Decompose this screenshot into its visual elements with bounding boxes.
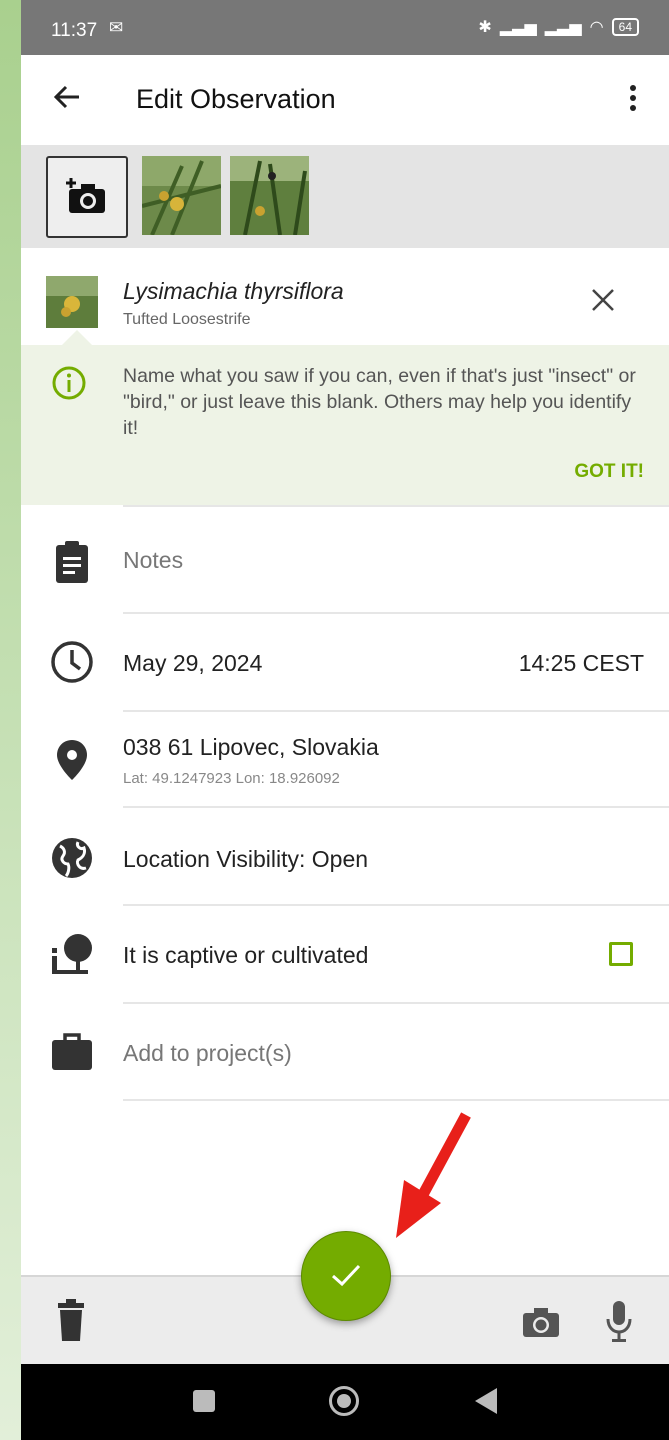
add-photo-button[interactable] — [46, 156, 128, 238]
clock-icon — [51, 641, 93, 683]
photo-thumbnail-2[interactable] — [230, 156, 309, 235]
status-time: 11:37 — [51, 20, 98, 41]
app-bar: Edit Observation — [21, 55, 669, 146]
captive-row[interactable]: It is captive or cultivated — [21, 906, 669, 1002]
red-annotation-arrow — [396, 1112, 471, 1238]
observation-time[interactable]: 14:25 CEST — [519, 650, 644, 677]
photo-strip — [21, 145, 669, 248]
check-icon — [332, 1264, 361, 1287]
bluetooth-icon: ✱ — [478, 19, 492, 36]
captive-tree-icon — [52, 934, 92, 974]
notes-row[interactable]: Notes — [21, 507, 669, 612]
phone-screen: 11:37 ✉ ✱ ▂▃▅ ▂▃▅ ◠ 64 Edit Observation — [21, 0, 669, 1440]
taxon-selector[interactable]: Lysimachia thyrsiflora Tufted Loosestrif… — [21, 248, 669, 345]
captive-label: It is captive or cultivated — [123, 942, 369, 968]
identification-hint: Name what you saw if you can, even if th… — [21, 345, 669, 505]
page-title: Edit Observation — [136, 84, 336, 114]
taxon-scientific-name: Lysimachia thyrsiflora — [123, 278, 344, 304]
home-button[interactable] — [329, 1386, 359, 1416]
briefcase-icon — [52, 1033, 92, 1070]
microphone-icon[interactable] — [605, 1299, 633, 1343]
battery-icon: 64 — [611, 18, 639, 36]
more-options-icon[interactable] — [629, 85, 637, 115]
back-arrow-icon[interactable] — [51, 81, 83, 113]
location-row[interactable]: 038 61 Lipovec, Slovakia Lat: 49.1247923… — [21, 712, 669, 806]
back-triangle-button[interactable] — [475, 1388, 497, 1414]
signal-icon-2: ▂▃▅ — [544, 19, 582, 36]
clipboard-icon — [56, 541, 88, 583]
android-nav-bar — [21, 1364, 669, 1440]
status-icons: ✱ ▂▃▅ ▂▃▅ ◠ 64 — [478, 17, 639, 37]
divider — [123, 1099, 669, 1101]
wifi-icon: ◠ — [589, 19, 604, 36]
left-edge-strip — [0, 0, 21, 1440]
signal-icon: ▂▃▅ — [499, 19, 537, 36]
hint-text: Name what you saw if you can, even if th… — [123, 365, 636, 439]
observation-date[interactable]: May 29, 2024 — [123, 650, 262, 677]
add-to-projects[interactable]: Add to project(s) — [123, 1040, 292, 1067]
globe-icon — [52, 838, 92, 878]
location-visibility-row[interactable]: Location Visibility: Open — [21, 808, 669, 904]
location-pin-icon — [57, 740, 87, 780]
gmail-icon: ✉ — [109, 18, 124, 37]
info-icon — [52, 366, 86, 400]
date-time-row[interactable]: May 29, 2024 14:25 CEST — [21, 614, 669, 710]
trash-icon[interactable] — [55, 1299, 87, 1343]
taxon-thumbnail — [46, 276, 98, 328]
camera-icon[interactable] — [521, 1305, 561, 1339]
location-visibility[interactable]: Location Visibility: Open — [123, 846, 368, 873]
notes-field[interactable]: Notes — [123, 547, 183, 574]
captive-checkbox[interactable] — [609, 942, 633, 966]
photo-thumbnail-1[interactable] — [142, 156, 221, 235]
save-check-button[interactable] — [301, 1231, 391, 1321]
location-name: 038 61 Lipovec, Slovakia — [123, 734, 379, 760]
taxon-common-name: Tufted Loosestrife — [123, 311, 251, 328]
location-coordinates: Lat: 49.1247923 Lon: 18.926092 — [123, 770, 340, 787]
clear-taxon-close-icon[interactable] — [589, 286, 617, 314]
add-camera-icon — [66, 178, 105, 213]
got-it-button[interactable]: GOT IT! — [574, 461, 644, 483]
projects-row[interactable]: Add to project(s) — [21, 1004, 669, 1100]
status-bar: 11:37 ✉ ✱ ▂▃▅ ▂▃▅ ◠ 64 — [21, 0, 669, 55]
hint-pointer — [61, 330, 93, 346]
recent-apps-button[interactable] — [193, 1390, 215, 1412]
